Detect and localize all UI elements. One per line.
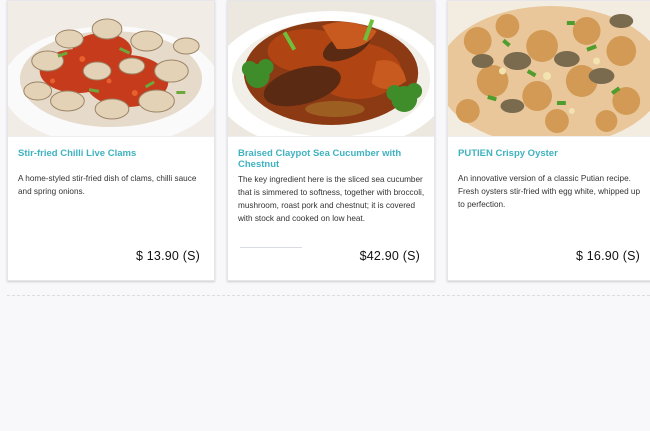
oyster-dish-photo[interactable] [448, 1, 650, 137]
menu-item-card[interactable]: Stir-fried Chilli Live Clams A home-styl… [7, 0, 215, 281]
divider [240, 247, 302, 248]
menu-item-price: $ 13.90 (S) [135, 249, 200, 263]
menu-item-description: An innovative version of a classic Putia… [458, 174, 641, 209]
menu-page: Stir-fried Chilli Live Clams A home-styl… [0, 0, 650, 431]
menu-card-grid: Stir-fried Chilli Live Clams A home-styl… [0, 0, 650, 282]
menu-item-description: The key ingredient here is the sliced se… [238, 175, 425, 223]
menu-item-card[interactable]: PUTIEN Crispy Oyster An innovative versi… [447, 0, 650, 281]
sea-cucumber-dish-photo[interactable] [228, 1, 434, 137]
menu-item-price: $42.90 (S) [359, 249, 420, 263]
menu-item-title[interactable]: PUTIEN Crispy Oyster [458, 148, 646, 160]
menu-item-card[interactable]: Braised Claypot Sea Cucumber with Chestn… [227, 0, 435, 281]
clams-dish-photo[interactable] [8, 1, 214, 137]
menu-item-title[interactable]: Stir-fried Chilli Live Clams [18, 148, 206, 160]
menu-item-title[interactable]: Braised Claypot Sea Cucumber with Chestn… [238, 148, 426, 170]
menu-item-price: $ 16.90 (S) [575, 249, 640, 263]
menu-item-description: A home-styled stir-fried dish of clams, … [18, 174, 197, 196]
section-divider [7, 295, 650, 296]
